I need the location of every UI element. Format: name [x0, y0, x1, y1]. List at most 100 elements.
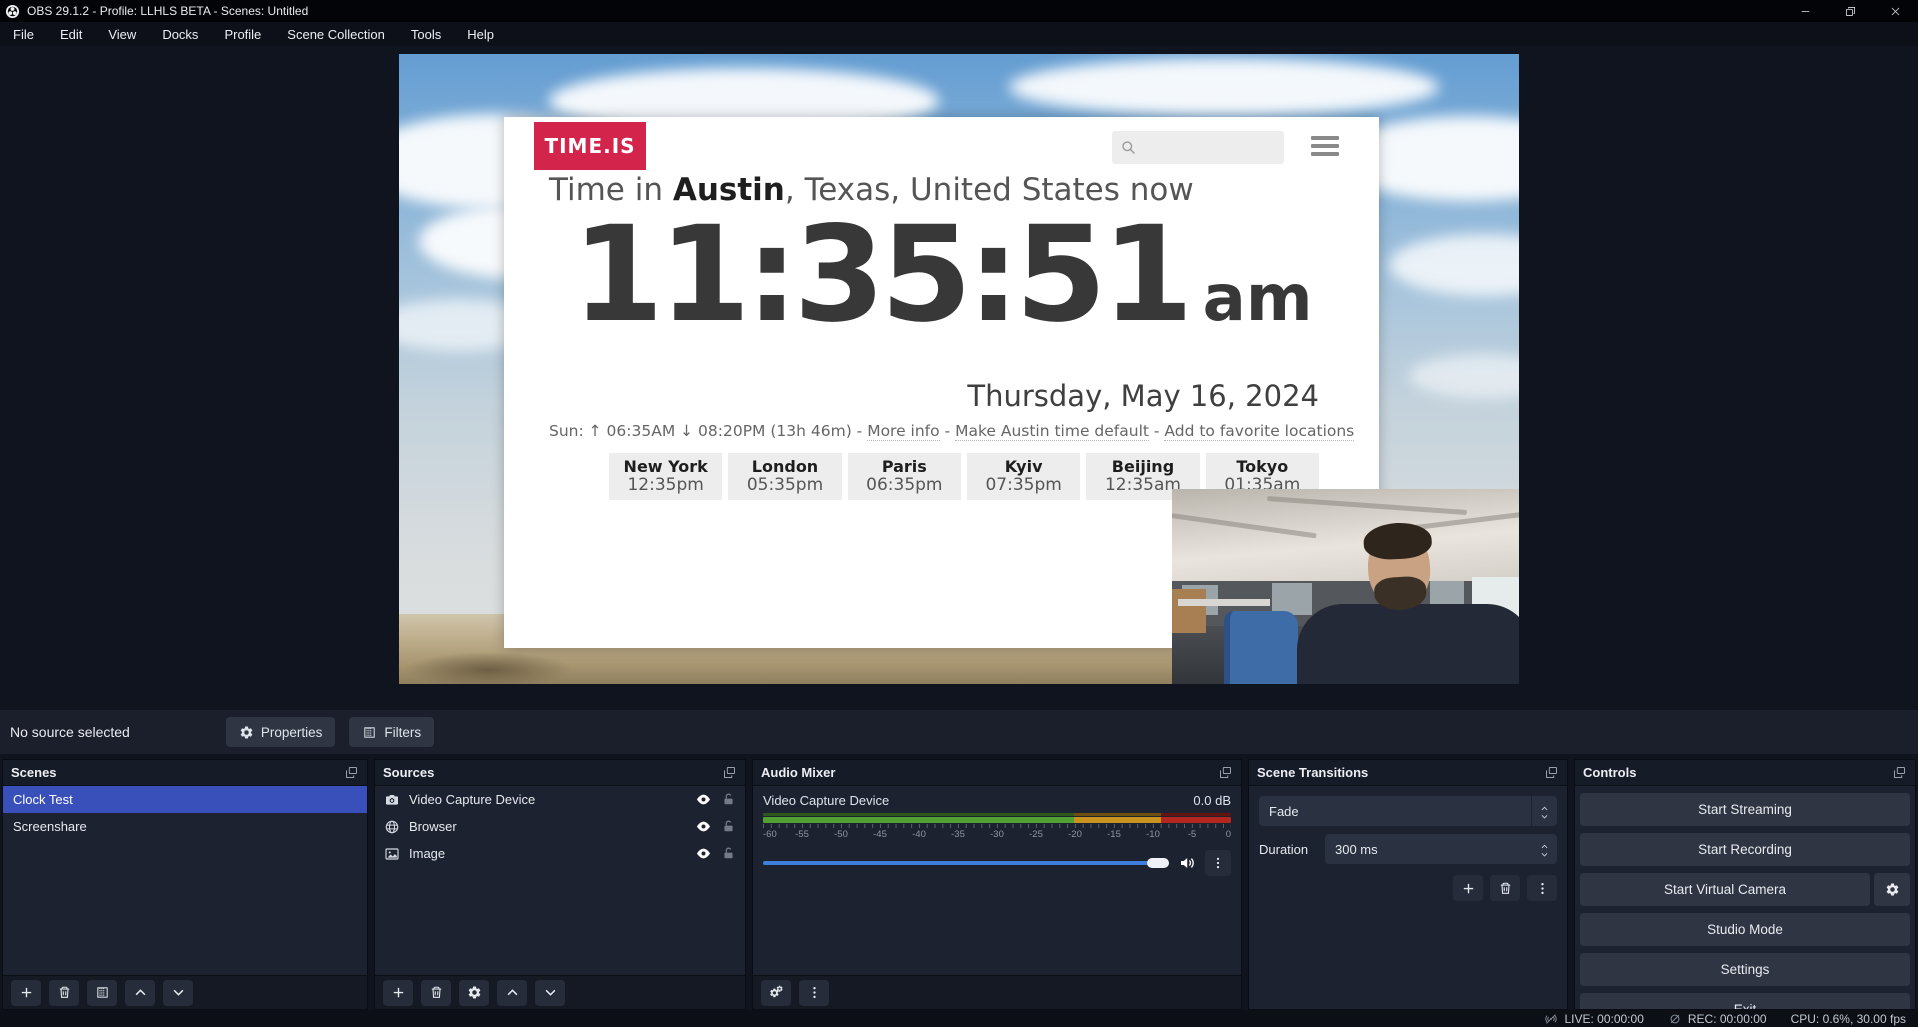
remove-source-button[interactable] — [421, 980, 451, 1006]
settings-button[interactable]: Settings — [1580, 953, 1910, 986]
source-properties-button[interactable] — [459, 980, 489, 1006]
scene-item-screenshare[interactable]: Screenshare — [3, 813, 367, 840]
start-recording-button[interactable]: Start Recording — [1580, 833, 1910, 866]
plus-icon — [391, 985, 406, 1000]
restore-button[interactable] — [1828, 0, 1873, 22]
remove-scene-button[interactable] — [49, 980, 79, 1006]
city-kyiv[interactable]: Kyiv07:35pm — [967, 453, 1080, 500]
preview-area[interactable]: TIME.IS Time in Austin, Texas, United St… — [0, 46, 1918, 706]
combo-arrows[interactable] — [1531, 796, 1557, 826]
chevron-up-icon — [133, 985, 148, 1000]
scene-down-button[interactable] — [163, 980, 193, 1006]
source-item-image[interactable]: Image — [375, 840, 745, 867]
scene-up-button[interactable] — [125, 980, 155, 1006]
camera-icon — [384, 792, 400, 808]
source-up-button[interactable] — [497, 980, 527, 1006]
add-scene-button[interactable] — [11, 980, 41, 1006]
popout-icon[interactable] — [722, 765, 737, 780]
minimize-icon — [1799, 5, 1812, 18]
menu-tools[interactable]: Tools — [398, 22, 454, 46]
city-paris[interactable]: Paris06:35pm — [848, 453, 961, 500]
audio-mixer-panel: Audio Mixer Video Capture Device 0.0 dB … — [752, 759, 1242, 1010]
city-newyork[interactable]: New York12:35pm — [609, 453, 722, 500]
scene-canvas[interactable]: TIME.IS Time in Austin, Texas, United St… — [399, 54, 1519, 684]
transition-properties-button[interactable] — [1527, 875, 1557, 901]
menu-docks[interactable]: Docks — [149, 22, 211, 46]
lock-open-icon[interactable] — [721, 819, 736, 834]
start-streaming-button[interactable]: Start Streaming — [1580, 793, 1910, 826]
eye-visible-icon[interactable] — [695, 791, 712, 808]
timeis-search-box[interactable] — [1112, 131, 1284, 164]
scenes-list: Clock Test Screenshare — [3, 786, 367, 975]
lock-open-icon[interactable] — [721, 846, 736, 861]
cloud-shape — [1389, 234, 1519, 296]
eye-visible-icon[interactable] — [695, 845, 712, 862]
dock-row: Scenes Clock Test Screenshare Sources — [0, 759, 1918, 1010]
scene-filters-button[interactable] — [87, 980, 117, 1006]
eye-visible-icon[interactable] — [695, 818, 712, 835]
close-button[interactable] — [1873, 0, 1918, 22]
volume-slider[interactable] — [763, 861, 1169, 865]
mixer-menu-button[interactable] — [799, 980, 829, 1006]
source-down-button[interactable] — [535, 980, 565, 1006]
source-item-browser[interactable]: Browser — [375, 813, 745, 840]
menu-bar: File Edit View Docks Profile Scene Colle… — [0, 22, 1918, 46]
mixer-db-value: 0.0 dB — [1193, 793, 1231, 808]
advanced-audio-button[interactable] — [761, 980, 791, 1006]
speaker-icon[interactable] — [1178, 854, 1196, 872]
popout-icon[interactable] — [344, 765, 359, 780]
webcam-person-head — [1366, 525, 1432, 608]
mixer-channel: Video Capture Device 0.0 dB -60 -55 -50 … — [753, 786, 1241, 975]
virtual-camera-settings-button[interactable] — [1874, 873, 1910, 906]
volume-meter-input — [763, 813, 1231, 816]
studio-mode-button[interactable]: Studio Mode — [1580, 913, 1910, 946]
lock-open-icon[interactable] — [721, 792, 736, 807]
make-default-link[interactable]: Make Austin time default — [955, 422, 1149, 441]
dots-vertical-icon — [807, 985, 822, 1000]
add-favorites-link[interactable]: Add to favorite locations — [1164, 422, 1354, 441]
start-virtual-camera-button[interactable]: Start Virtual Camera — [1580, 873, 1870, 906]
webcam-person-torso — [1297, 604, 1519, 684]
menu-profile[interactable]: Profile — [211, 22, 274, 46]
duration-spinbox[interactable]: 300 ms — [1325, 834, 1557, 864]
popout-icon[interactable] — [1544, 765, 1559, 780]
record-inactive-icon — [1668, 1012, 1682, 1026]
obs-window: OBS 29.1.2 - Profile: LLHLS BETA - Scene… — [0, 0, 1918, 1027]
menu-edit[interactable]: Edit — [47, 22, 95, 46]
status-bar: LIVE: 00:00:00 REC: 00:00:00 CPU: 0.6%, … — [0, 1010, 1918, 1027]
meter-scale: -60 -55 -50 -45 -40 -35 -30 -25 -20 -15 … — [763, 829, 1231, 841]
webcam-source[interactable] — [1172, 489, 1519, 684]
timeis-sun-line: Sun: ↑ 06:35AM ↓ 08:20PM (13h 46m) - Mor… — [549, 422, 1319, 440]
menu-scene-collection[interactable]: Scene Collection — [274, 22, 398, 46]
filters-button[interactable]: Filters — [349, 717, 434, 747]
controls-panel: Controls Start Streaming Start Recording… — [1574, 759, 1916, 1010]
scenes-panel: Scenes Clock Test Screenshare — [2, 759, 368, 1010]
hamburger-menu-icon[interactable] — [1311, 136, 1339, 156]
more-info-link[interactable]: More info — [867, 422, 939, 441]
source-item-video-capture[interactable]: Video Capture Device — [375, 786, 745, 813]
plus-icon — [19, 985, 34, 1000]
search-icon — [1120, 139, 1137, 156]
scene-item-clock-test[interactable]: Clock Test — [3, 786, 367, 813]
close-icon — [1889, 5, 1902, 18]
menu-help[interactable]: Help — [454, 22, 507, 46]
sources-toolbar — [375, 975, 745, 1009]
volume-slider-handle[interactable] — [1147, 858, 1169, 868]
minimize-button[interactable] — [1783, 0, 1828, 22]
menu-view[interactable]: View — [95, 22, 149, 46]
add-source-button[interactable] — [383, 980, 413, 1006]
popout-icon[interactable] — [1218, 765, 1233, 780]
properties-button[interactable]: Properties — [226, 717, 336, 747]
add-transition-button[interactable] — [1453, 875, 1483, 901]
exit-button[interactable]: Exit — [1580, 993, 1910, 1010]
menu-file[interactable]: File — [0, 22, 47, 46]
duration-label: Duration — [1259, 842, 1317, 857]
transition-select[interactable]: Fade — [1259, 796, 1557, 826]
rec-status: REC: 00:00:00 — [1668, 1012, 1767, 1026]
transitions-header: Scene Transitions — [1249, 760, 1567, 786]
popout-icon[interactable] — [1892, 765, 1907, 780]
remove-transition-button[interactable] — [1490, 875, 1520, 901]
city-london[interactable]: London05:35pm — [728, 453, 841, 500]
mixer-channel-menu-button[interactable] — [1205, 850, 1231, 876]
spin-arrows[interactable] — [1531, 834, 1557, 864]
